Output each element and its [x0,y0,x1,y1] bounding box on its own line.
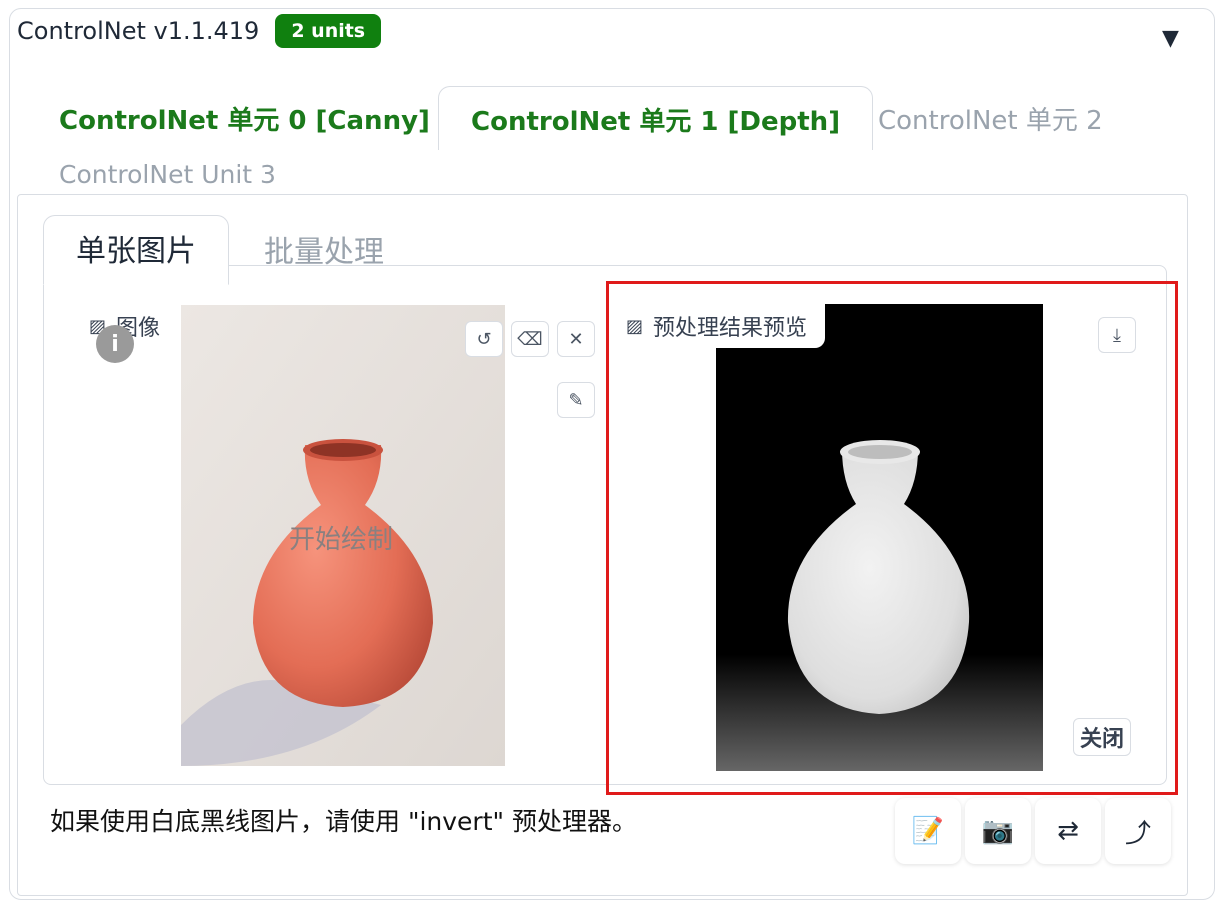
tab-single-image[interactable]: 单张图片 [43,215,229,285]
invert-tip: 如果使用白底黑线图片，请使用 "invert" 预处理器。 [50,807,637,836]
brush-icon[interactable]: ✎ [557,382,595,418]
accordion-header[interactable]: ControlNet v1.1.419 2 units [17,14,382,48]
collapse-icon[interactable]: ▼ [1162,26,1179,51]
eraser-icon[interactable]: ⌫ [511,321,549,357]
tab-batch[interactable]: 批量处理 [264,227,384,271]
start-drawing-text: 开始绘制 [289,525,394,555]
close-icon[interactable]: ✕ [557,321,595,357]
undo-icon[interactable]: ↺ [465,321,503,357]
tab-unit-2[interactable]: ControlNet 单元 2 [878,100,1103,137]
highlight-box [606,281,1178,795]
tab-unit-1[interactable]: ControlNet 单元 1 [Depth] [438,86,874,150]
tab-unit-3[interactable]: ControlNet Unit 3 [59,160,276,189]
units-badge: 2 units [275,14,382,48]
panel-title: ControlNet v1.1.419 [17,17,260,45]
info-icon[interactable]: i [96,325,134,363]
edit-icon[interactable]: 📝 [895,798,961,864]
tab-unit-0[interactable]: ControlNet 单元 0 [Canny] [59,100,430,137]
swap-icon[interactable]: ⇄ [1035,798,1101,864]
send-icon[interactable]: ⤴ [1105,798,1171,864]
camera-icon[interactable]: 📷 [965,798,1031,864]
